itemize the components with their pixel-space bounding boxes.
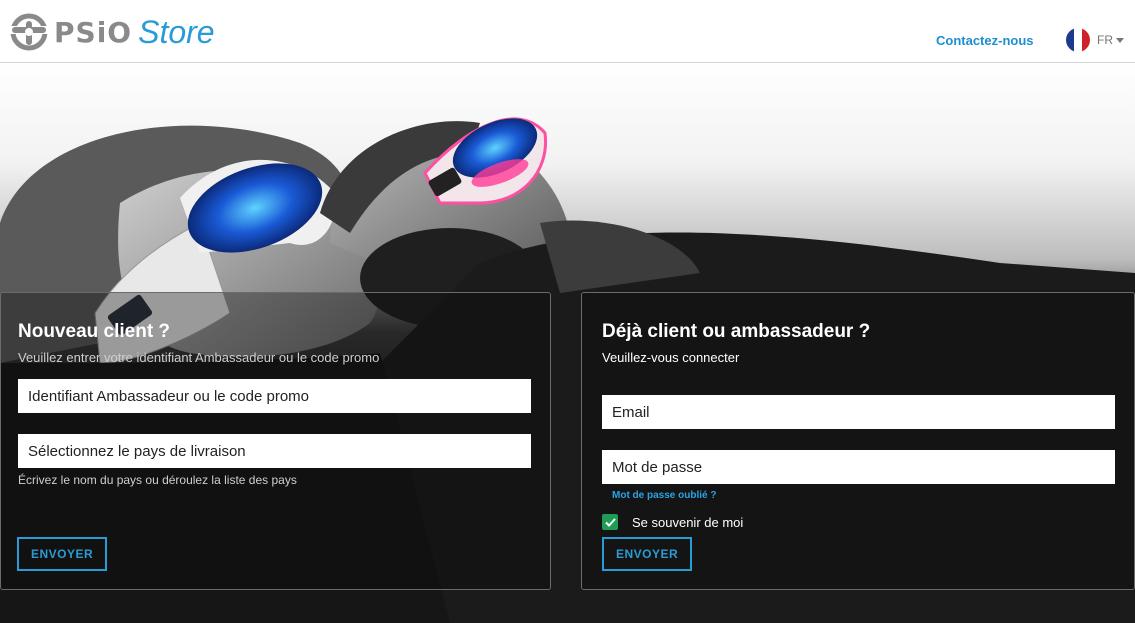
ambassador-code-input[interactable]	[18, 379, 531, 413]
psio-store-logo[interactable]: PSiO Store	[10, 12, 215, 52]
login-title: Déjà client ou ambassadeur ?	[602, 321, 871, 342]
checkmark-icon	[604, 517, 616, 527]
remember-me-checkbox[interactable]	[602, 514, 618, 530]
email-input[interactable]	[602, 395, 1115, 429]
login-panel: Déjà client ou ambassadeur ? Veuillez-vo…	[581, 292, 1135, 590]
logo-store-text: Store	[138, 13, 215, 50]
logo-wordmark: PSiO	[54, 15, 133, 49]
contact-link[interactable]: Contactez-nous	[936, 33, 1034, 48]
country-input[interactable]	[18, 434, 531, 468]
country-hint: Écrivez le nom du pays ou déroulez la li…	[18, 473, 297, 487]
new-client-panel: Nouveau client ? Veuillez entrer votre i…	[0, 292, 551, 590]
new-client-subtitle: Veuillez entrer votre identifiant Ambass…	[18, 350, 380, 365]
password-input[interactable]	[602, 450, 1115, 484]
france-flag-icon	[1066, 28, 1090, 52]
new-client-submit-button[interactable]: ENVOYER	[17, 537, 108, 571]
language-code: FR	[1097, 33, 1113, 47]
new-client-title: Nouveau client ?	[18, 321, 171, 342]
caret-down-icon	[1116, 37, 1124, 43]
login-subtitle: Veuillez-vous connecter	[602, 350, 740, 365]
login-submit-button[interactable]: ENVOYER	[602, 537, 693, 571]
remember-me-row[interactable]: Se souvenir de moi	[602, 514, 743, 530]
forgot-password-link[interactable]: Mot de passe oublié ?	[612, 490, 716, 501]
language-selector[interactable]: FR	[1066, 28, 1124, 52]
remember-me-label: Se souvenir de moi	[632, 514, 744, 530]
site-header: PSiO Store Contactez-nous FR	[0, 0, 1135, 63]
psio-logo-icon	[10, 13, 48, 51]
